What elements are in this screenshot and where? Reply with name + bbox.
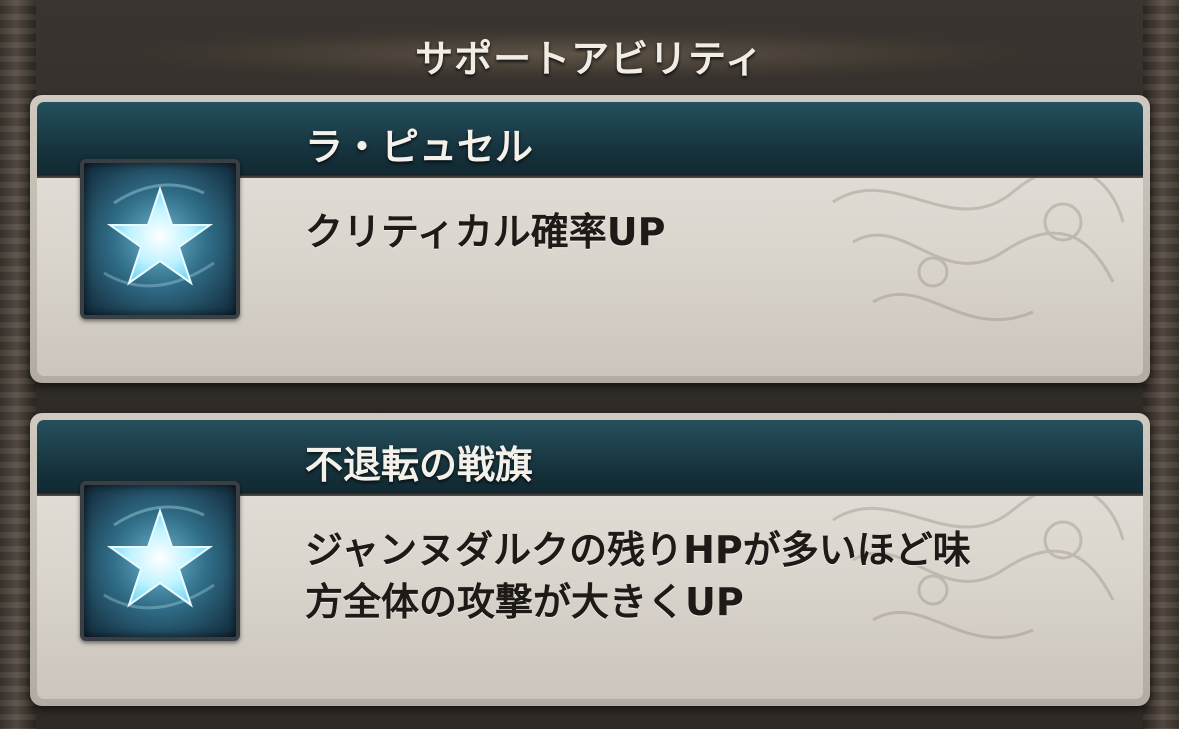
ability-description: クリティカル確率UP <box>305 206 665 258</box>
page-title: サポートアビリティ <box>415 37 764 81</box>
ability-icon-frame <box>80 159 240 319</box>
ability-card-2[interactable]: 不退転の戦旗 ジャンヌダルクの残りHPが多いほど味 方全体の攻撃が大きくUP <box>30 413 1150 706</box>
description-line: 方全体の攻撃が大きくUP <box>305 580 744 624</box>
ability-name: ラ・ピュセル <box>305 125 534 169</box>
star-icon <box>103 505 215 610</box>
ability-name: 不退転の戦旗 <box>305 443 534 487</box>
description-line: クリティカル確率UP <box>305 210 666 254</box>
ornament-decoration <box>832 167 1125 322</box>
description-line: ジャンヌダルクの残りHPが多いほど味 <box>305 528 971 572</box>
ability-description: ジャンヌダルクの残りHPが多いほど味 方全体の攻撃が大きくUP <box>305 524 971 628</box>
ability-icon-frame <box>80 481 240 641</box>
star-icon <box>103 183 215 288</box>
ability-card-1[interactable]: ラ・ピュセル クリティカル確率UP <box>30 95 1150 383</box>
